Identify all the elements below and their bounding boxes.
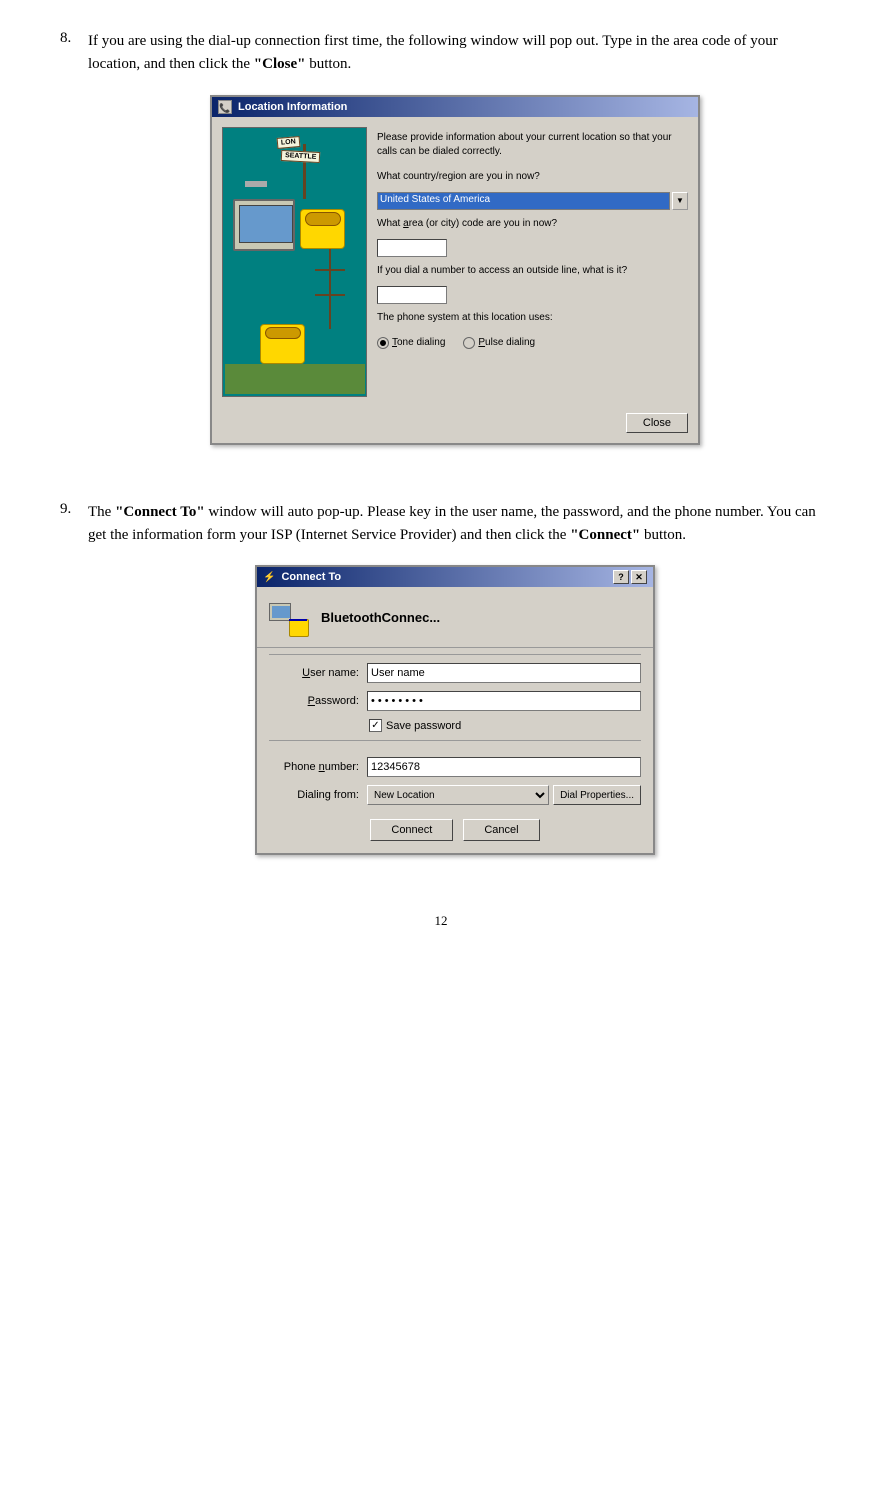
save-password-label: Save password: [386, 720, 461, 732]
monitor-screen: [239, 205, 293, 243]
phone-handset-bottom: [265, 327, 301, 339]
pulse-dialing-option[interactable]: Pulse dialing: [463, 337, 535, 349]
dial-properties-button[interactable]: Dial Properties...: [553, 785, 641, 805]
tone-radio[interactable]: [377, 337, 389, 349]
dialing-type-group: Tone dialing Pulse dialing: [377, 337, 688, 349]
titlebar-controls: ? ✕: [613, 570, 647, 584]
location-title-icon: 📞: [218, 100, 232, 114]
tower-arm2: [315, 294, 345, 296]
location-dialog-body: LON SEATTLE: [212, 117, 698, 407]
step-9-text: The "Connect To" window will auto pop-up…: [88, 501, 822, 548]
separator-2: [269, 740, 641, 741]
country-select-row[interactable]: United States of America ▼: [377, 192, 688, 210]
connection-name: BluetoothConnec...: [321, 610, 440, 625]
help-button[interactable]: ?: [613, 570, 629, 584]
sign-london: LON: [276, 136, 300, 149]
location-form: Please provide information about your cu…: [377, 127, 688, 397]
ground: [225, 364, 365, 394]
pulse-radio[interactable]: [463, 337, 475, 349]
dialing-from-select[interactable]: New Location: [367, 785, 549, 805]
step-8-content: If you are using the dial-up connection …: [88, 30, 822, 473]
location-dialog-titlebar: 📞 Location Information: [212, 97, 698, 117]
step-9: 9. The "Connect To" window will auto pop…: [60, 501, 822, 884]
username-row: User name:: [269, 663, 641, 683]
dialing-from-label: Dialing from:: [269, 789, 359, 801]
step-8: 8. If you are using the dial-up connecti…: [60, 30, 822, 473]
phone-label: Phone number:: [269, 761, 359, 773]
phone-system-label: The phone system at this location uses:: [377, 312, 688, 323]
password-row: Password:: [269, 691, 641, 711]
location-dialog-title: Location Information: [238, 101, 347, 113]
connect-dialog-titlebar: ⚡ Connect To ? ✕: [257, 567, 653, 587]
close-titlebar-button[interactable]: ✕: [631, 570, 647, 584]
step-number-8: 8.: [60, 30, 88, 473]
cancel-button[interactable]: Cancel: [463, 819, 539, 841]
monitor: [233, 199, 295, 251]
connect-dialog: ⚡ Connect To ? ✕: [255, 565, 655, 855]
tower: [315, 249, 345, 329]
monitor-small: [269, 603, 291, 621]
phone-right: [300, 209, 345, 249]
dialing-from-row: Dialing from: New Location Dial Properti…: [269, 785, 641, 805]
phone-row: Phone number:: [269, 757, 641, 777]
outside-label: If you dial a number to access an outsid…: [377, 265, 688, 276]
save-password-checkbox[interactable]: ✓: [369, 719, 382, 732]
step-number-9: 9.: [60, 501, 88, 884]
location-clipart: LON SEATTLE: [222, 127, 367, 397]
username-label: User name:: [269, 667, 359, 679]
password-input[interactable]: [367, 691, 641, 711]
sign-seattle: SEATTLE: [280, 150, 320, 163]
save-password-row: ✓ Save password: [369, 719, 641, 732]
tower-arm1: [315, 269, 345, 271]
page-number: 12: [60, 913, 822, 929]
connect-form-2: Phone number: Dialing from: New Location: [257, 757, 653, 805]
connect-button[interactable]: Connect: [370, 819, 453, 841]
location-description: Please provide information about your cu…: [377, 131, 688, 159]
connection-icon: [269, 597, 309, 637]
close-button[interactable]: Close: [626, 413, 688, 433]
password-label: Password:: [269, 695, 359, 707]
connect-dialog-wrapper: ⚡ Connect To ? ✕: [88, 565, 822, 855]
phone-bottom: [260, 324, 305, 364]
tone-label: Tone dialing: [392, 337, 445, 348]
pulse-label: Pulse dialing: [478, 337, 535, 348]
step-9-content: The "Connect To" window will auto pop-up…: [88, 501, 822, 884]
tone-dialing-option[interactable]: Tone dialing: [377, 337, 445, 349]
clipart-scene: LON SEATTLE: [225, 129, 365, 394]
separator-1: [269, 654, 641, 655]
country-label: What country/region are you in now?: [377, 171, 688, 182]
location-dialog-wrapper: 📞 Location Information LON SEATTLE: [88, 95, 822, 445]
phone-handset-right: [305, 212, 341, 226]
username-input[interactable]: [367, 663, 641, 683]
outside-line-input[interactable]: [377, 286, 447, 304]
area-code-input[interactable]: [377, 239, 447, 257]
connect-buttons: Connect Cancel: [257, 809, 653, 853]
dialing-from-select-row: New Location Dial Properties...: [367, 785, 641, 805]
connect-form: User name: Password: ✓ Save p: [257, 663, 653, 732]
phone-input[interactable]: [367, 757, 641, 777]
connect-dialog-title: Connect To: [281, 571, 341, 583]
monitor-base: [245, 181, 267, 187]
area-label: What area (or city) code are you in now?: [377, 218, 688, 229]
connect-header: BluetoothConnec...: [257, 587, 653, 648]
connect-line: [289, 619, 307, 621]
step-8-text: If you are using the dial-up connection …: [88, 30, 822, 77]
country-select[interactable]: United States of America: [377, 192, 670, 210]
monitor-small-screen: [272, 606, 290, 618]
location-dialog-footer: Close: [212, 407, 698, 443]
country-dropdown-btn[interactable]: ▼: [672, 192, 688, 210]
phone-small-icon: [289, 619, 309, 637]
connect-title-icon: ⚡: [263, 572, 275, 583]
location-dialog: 📞 Location Information LON SEATTLE: [210, 95, 700, 445]
tower-line: [329, 249, 331, 329]
